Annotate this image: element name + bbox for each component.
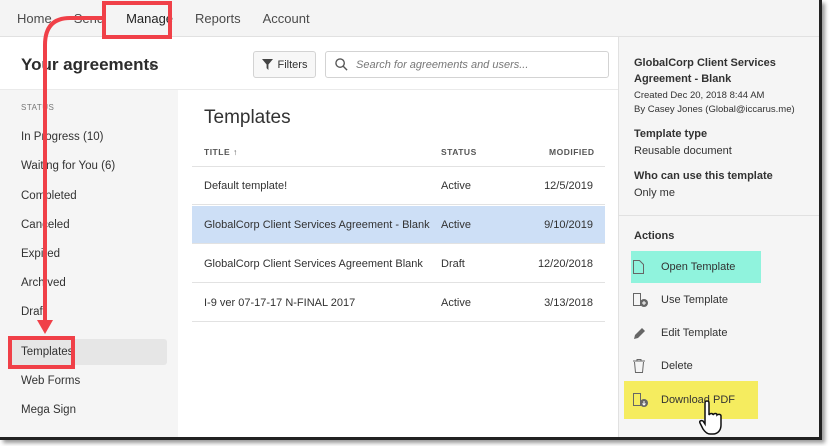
search-placeholder: Search for agreements and users... [356,58,529,71]
sidebar-item-draft[interactable]: Draft [8,299,167,325]
nav-home[interactable]: Home [17,11,52,26]
search-icon [335,58,348,71]
app-window: Home Send Manage Reports Account Your ag… [0,0,822,440]
template-name: GlobalCorp Client Services Agreement - B… [634,57,776,85]
row-status: Active [441,180,471,192]
section-title: Templates [204,107,291,128]
row-title: Default template! [204,180,288,192]
delete-button[interactable]: Delete [631,350,761,382]
row-title: GlobalCorp Client Services Agreement - B… [204,219,430,231]
nav-account[interactable]: Account [263,11,310,26]
search-input[interactable]: Search for agreements and users... [325,51,609,78]
chevron-down-icon[interactable]: ⌄ [147,57,157,71]
row-modified: 12/20/2018 [537,258,593,270]
open-template-button[interactable]: Open Template [631,251,761,283]
sidebar-item-completed[interactable]: Completed [8,183,167,209]
page-title[interactable]: Your agreements [21,55,159,75]
nav-reports[interactable]: Reports [195,11,241,26]
row-modified: 9/10/2019 [544,219,593,231]
sidebar-item-in-progress[interactable]: In Progress (10) [8,124,167,150]
download-pdf-button[interactable]: Download PDF [624,381,758,419]
sidebar-item-expired[interactable]: Expired [8,241,167,267]
sidebar-item-archived[interactable]: Archived [8,270,167,296]
edit-template-button[interactable]: Edit Template [631,317,761,349]
column-status[interactable]: STATUS [441,147,477,157]
table-row[interactable]: I-9 ver 07-17-17 N-FINAL 2017 Active 3/13/… [192,284,605,322]
page-header: Your agreements ⌄ Filters Search for agr… [0,37,618,90]
use-template-button[interactable]: Use Template [631,284,761,316]
row-title: I-9 ver 07-17-17 N-FINAL 2017 [204,297,356,309]
sort-arrow-up-icon: ↑ [232,147,238,157]
templates-panel: Templates TITLE ↑ STATUS MODIFIED Defaul… [178,90,618,437]
table-row[interactable]: Default template! Active 12/5/2019 [192,167,605,205]
filters-label: Filters [277,58,308,71]
document-icon [631,260,661,274]
row-title: GlobalCorp Client Services Agreement Bla… [204,258,423,270]
template-type-value: Reusable document [634,145,732,157]
sidebar-item-canceled[interactable]: Canceled [8,212,167,238]
row-status: Active [441,219,471,231]
edit-template-label: Edit Template [661,327,728,339]
who-label: Who can use this template [634,170,773,182]
row-status: Draft [441,258,465,270]
row-modified: 3/13/2018 [544,297,593,309]
sidebar-item-waiting[interactable]: Waiting for You (6) [8,153,167,179]
nav-manage[interactable]: Manage [126,11,173,26]
nav-send[interactable]: Send [74,11,104,26]
created-by: By Casey Jones (Global@iccarus.me) [634,104,795,115]
table-row[interactable]: GlobalCorp Client Services Agreement - B… [192,206,605,244]
column-title-label: TITLE [204,147,231,157]
row-modified: 12/5/2019 [544,180,593,192]
use-template-label: Use Template [661,294,729,306]
column-title[interactable]: TITLE ↑ [204,147,238,157]
filters-button[interactable]: Filters [253,51,316,78]
use-template-icon [631,292,661,308]
sidebar-section-status: STATUS [21,103,55,112]
divider [619,215,819,216]
open-template-label: Open Template [661,261,736,273]
column-modified[interactable]: MODIFIED [549,147,595,157]
top-nav: Home Send Manage Reports Account [0,0,819,37]
table-row[interactable]: GlobalCorp Client Services Agreement Bla… [192,245,605,283]
download-pdf-icon [631,392,661,408]
template-type-label: Template type [634,128,708,140]
who-value: Only me [634,187,675,199]
created-date: Created Dec 20, 2018 8:44 AM [634,90,765,101]
filter-icon [261,59,273,70]
trash-icon [631,359,661,373]
actions-label: Actions [634,230,675,242]
hand-cursor-icon [699,400,722,435]
sidebar-item-web-forms[interactable]: Web Forms [8,368,167,394]
delete-label: Delete [661,360,693,372]
details-panel: GlobalCorp Client Services Agreement - B… [618,37,819,437]
sidebar: STATUS In Progress (10) Waiting for You … [0,90,178,437]
sidebar-item-templates[interactable]: Templates [8,339,167,365]
pencil-icon [631,327,661,340]
sidebar-item-mega-sign[interactable]: Mega Sign [8,397,167,423]
row-status: Active [441,297,471,309]
